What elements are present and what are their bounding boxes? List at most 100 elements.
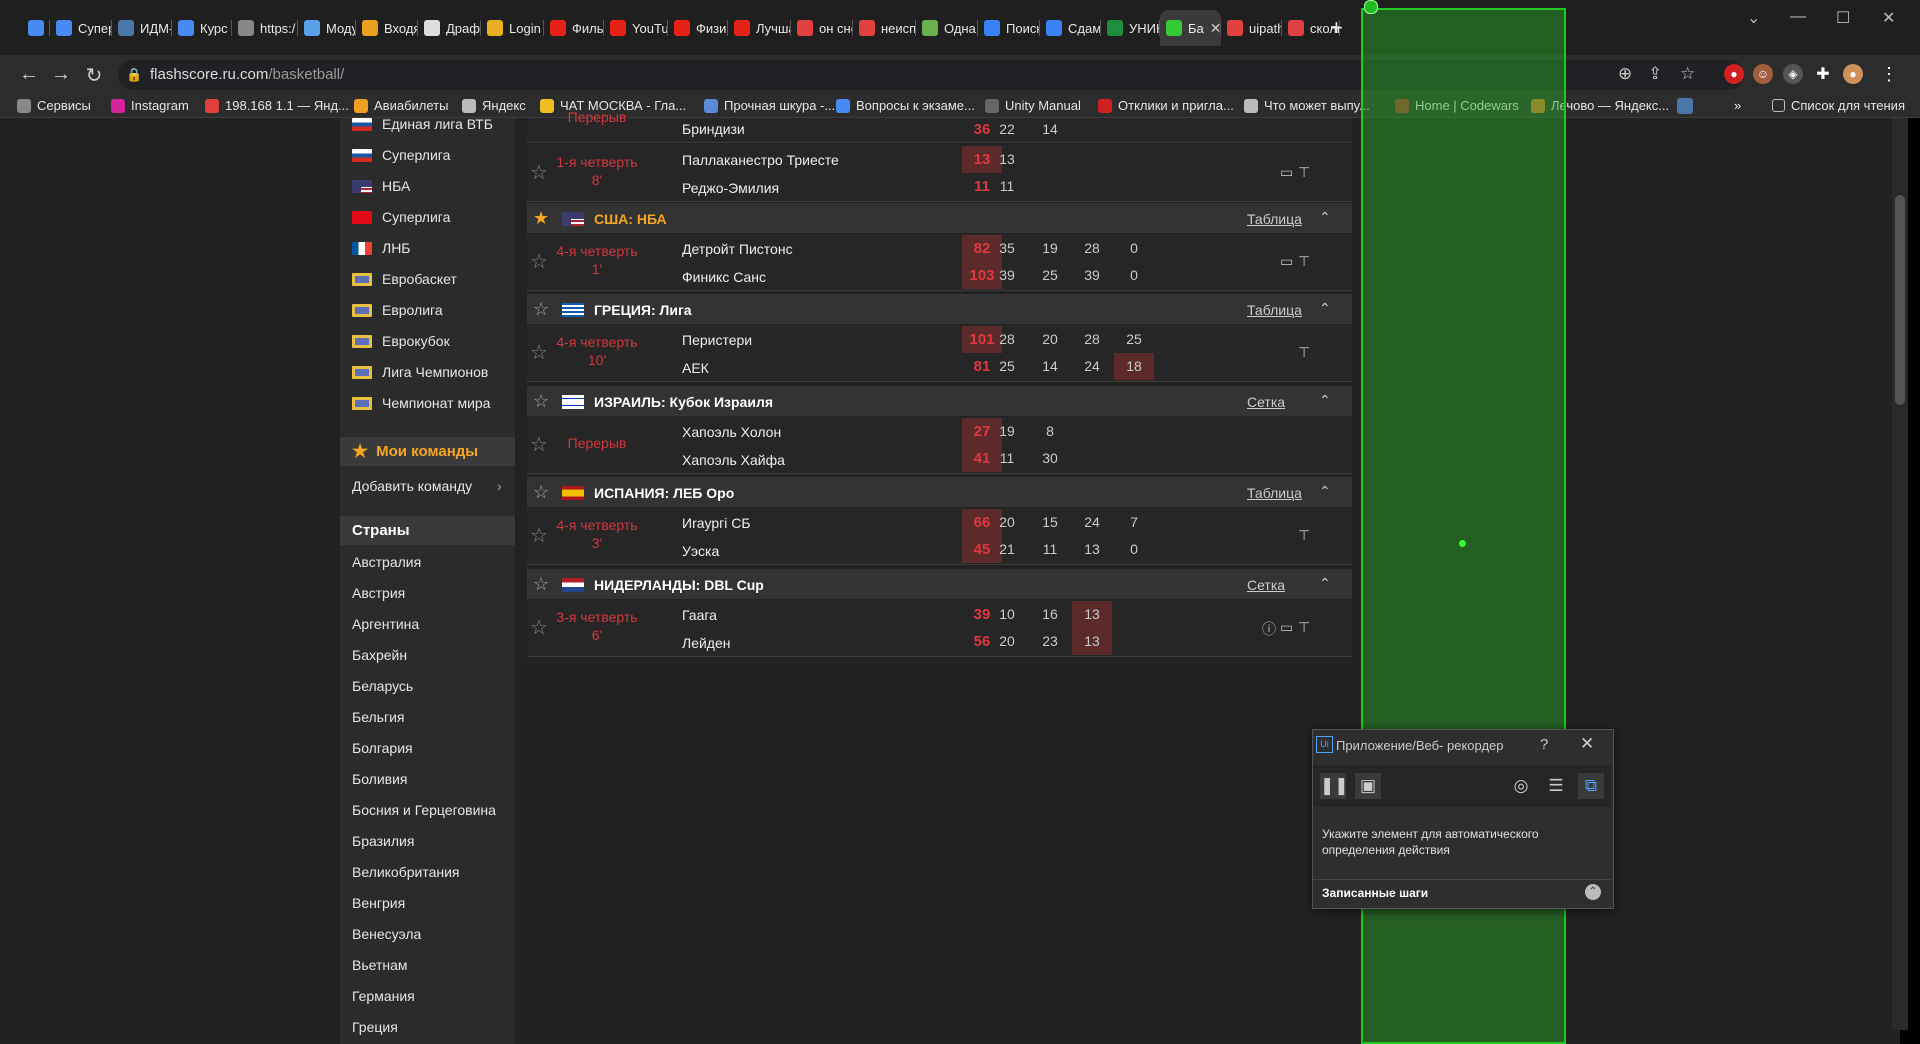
league-name[interactable]: ИЗРАИЛЬ: Кубок Израиля xyxy=(594,394,773,410)
back-icon[interactable]: ← xyxy=(17,63,41,86)
league-table-link[interactable]: Таблица xyxy=(1247,485,1302,501)
favorite-star-icon[interactable]: ☆ xyxy=(533,299,549,320)
home-team-name[interactable]: Иraургi СБ xyxy=(682,515,751,531)
away-team-name[interactable]: АЕК xyxy=(682,360,709,376)
browser-tab[interactable]: ИДМ- xyxy=(112,10,172,46)
team-name[interactable]: Бриндизи xyxy=(682,121,745,137)
league-name[interactable]: ГРЕЦИЯ: Лига xyxy=(594,302,692,318)
browser-tab[interactable]: Ба ✕ xyxy=(1160,10,1221,46)
browser-tab[interactable]: Моду xyxy=(298,10,356,46)
country-item[interactable]: Бахрейн xyxy=(352,647,407,663)
sidebar-league-item[interactable]: ЛНБ xyxy=(352,240,411,256)
home-team-name[interactable]: Хапоэль Холон xyxy=(682,424,781,440)
new-tab-button[interactable]: + xyxy=(1330,10,1354,46)
tab-search-icon[interactable]: ⌄ xyxy=(1747,8,1760,28)
browser-tab[interactable]: Супер xyxy=(50,10,112,46)
tv-icon[interactable]: ▭ xyxy=(1280,619,1293,636)
save-icon[interactable]: ▣ xyxy=(1355,773,1381,799)
away-team-name[interactable]: Реджо-Эмилия xyxy=(682,180,779,196)
league-name[interactable]: США: НБА xyxy=(594,211,667,227)
away-team-name[interactable]: Финикс Санс xyxy=(682,269,766,285)
league-name[interactable]: НИДЕРЛАНДЫ: DBL Cup xyxy=(594,577,764,593)
bookmark-item[interactable]: Яндекс xyxy=(462,98,526,113)
extensions-puzzle-icon[interactable]: ✚ xyxy=(1813,64,1833,84)
collapse-chevron-icon[interactable]: ⌃ xyxy=(1319,392,1331,409)
bookmark-item[interactable]: Instagram xyxy=(111,98,189,113)
away-team-name[interactable]: Уэска xyxy=(682,543,719,559)
my-teams-header[interactable]: ★ Мои команды xyxy=(340,437,515,466)
league-name[interactable]: ИСПАНИЯ: ЛЕБ Оро xyxy=(594,485,734,501)
country-item[interactable]: Вьетнам xyxy=(352,957,408,973)
browser-tab[interactable]: Фильм xyxy=(544,10,604,46)
browser-tab[interactable]: Поиск xyxy=(978,10,1040,46)
tv-icon[interactable]: ▭ xyxy=(1280,253,1293,270)
country-item[interactable]: Бразилия xyxy=(352,833,414,849)
bookmark-item[interactable]: Сервисы xyxy=(17,98,91,113)
jersey-icon[interactable]: ⊤ xyxy=(1298,344,1310,361)
close-window-icon[interactable]: ✕ xyxy=(1882,8,1895,28)
browser-tab[interactable]: Физич xyxy=(668,10,728,46)
country-item[interactable]: Бельгия xyxy=(352,709,404,725)
favorite-star-icon[interactable]: ★ xyxy=(533,208,549,229)
browser-tab[interactable]: YouTu xyxy=(604,10,668,46)
sidebar-league-item[interactable]: Чемпионат мира xyxy=(352,395,490,411)
browser-tab[interactable]: Лучша xyxy=(728,10,791,46)
target-icon[interactable]: ◎ xyxy=(1508,773,1534,799)
share-icon[interactable]: ⇪ xyxy=(1648,64,1662,84)
away-team-name[interactable]: Лейден xyxy=(682,635,730,651)
bookmark-item[interactable]: Что может выпу... xyxy=(1244,98,1370,113)
vk-bookmark-icon[interactable] xyxy=(1677,98,1693,114)
sidebar-league-item[interactable]: Суперлига xyxy=(352,147,450,163)
sidebar-league-item[interactable]: Еврокубок xyxy=(352,333,450,349)
home-team-name[interactable]: Детройт Пистонс xyxy=(682,241,793,257)
tv-icon[interactable]: ▭ xyxy=(1280,164,1293,181)
country-item[interactable]: Босния и Герцеговина xyxy=(352,802,496,818)
jersey-icon[interactable]: ⊤ xyxy=(1298,527,1310,544)
bookmark-item[interactable]: Авиабилеты xyxy=(354,98,448,113)
league-table-link[interactable]: Сетка xyxy=(1247,394,1285,410)
browser-tab[interactable] xyxy=(22,10,50,46)
away-team-name[interactable]: Хапоэль Хайфа xyxy=(682,452,785,468)
league-table-link[interactable]: Сетка xyxy=(1247,577,1285,593)
maximize-icon[interactable]: ☐ xyxy=(1836,8,1850,28)
bookmark-item[interactable]: Прочная шкура -... xyxy=(704,98,835,113)
country-item[interactable]: Венесуэла xyxy=(352,926,421,942)
sidebar-league-item[interactable]: Евролига xyxy=(352,302,443,318)
bookmark-item[interactable]: Вопросы к экзаме... xyxy=(836,98,975,113)
league-table-link[interactable]: Таблица xyxy=(1247,211,1302,227)
country-item[interactable]: Болгария xyxy=(352,740,413,756)
home-team-name[interactable]: Гаага xyxy=(682,607,717,623)
home-team-name[interactable]: Перистери xyxy=(682,332,752,348)
extension-shield-icon[interactable]: ◈ xyxy=(1783,64,1803,84)
reading-list-button[interactable]: Список для чтения xyxy=(1772,98,1905,113)
country-item[interactable]: Великобритания xyxy=(352,864,460,880)
country-item[interactable]: Германия xyxy=(352,988,415,1004)
country-item[interactable]: Боливия xyxy=(352,771,408,787)
collapse-chevron-icon[interactable]: ⌃ xyxy=(1319,300,1331,317)
collapse-chevron-icon[interactable]: ⌃ xyxy=(1319,483,1331,500)
list-settings-icon[interactable]: ☰ xyxy=(1543,773,1569,799)
profile-avatar[interactable]: ● xyxy=(1843,64,1863,84)
bookmark-item[interactable]: Unity Manual xyxy=(985,98,1081,113)
info-icon[interactable]: ⓘ xyxy=(1262,619,1276,639)
collapse-chevron-icon[interactable]: ⌃ xyxy=(1319,575,1331,592)
forward-icon[interactable]: → xyxy=(49,63,73,86)
extension-face-icon[interactable]: ☺ xyxy=(1753,64,1773,84)
browser-tab[interactable]: Курс xyxy=(172,10,232,46)
country-item[interactable]: Беларусь xyxy=(352,678,413,694)
browser-tab[interactable]: УНИК xyxy=(1101,10,1160,46)
browser-tab[interactable]: uipath xyxy=(1221,10,1282,46)
league-table-link[interactable]: Таблица xyxy=(1247,302,1302,318)
country-item[interactable]: Венгрия xyxy=(352,895,405,911)
screen-capture-icon[interactable]: ⧉ xyxy=(1578,773,1604,799)
jersey-icon[interactable]: ⊤ xyxy=(1298,619,1310,636)
minimize-icon[interactable]: — xyxy=(1790,8,1806,26)
browser-tab[interactable]: Драфт xyxy=(418,10,481,46)
url-text[interactable]: flashscore.ru.com/basketball/ xyxy=(150,66,344,83)
sidebar-league-item[interactable]: Единая лига ВТБ xyxy=(352,116,493,132)
sidebar-league-item[interactable]: Лига Чемпионов xyxy=(352,364,488,380)
favorite-star-icon[interactable]: ☆ xyxy=(533,574,549,595)
sidebar-league-item[interactable]: НБА xyxy=(352,178,410,194)
browser-tab[interactable]: Входя xyxy=(356,10,418,46)
home-team-name[interactable]: Паллаканестро Триесте xyxy=(682,152,839,168)
